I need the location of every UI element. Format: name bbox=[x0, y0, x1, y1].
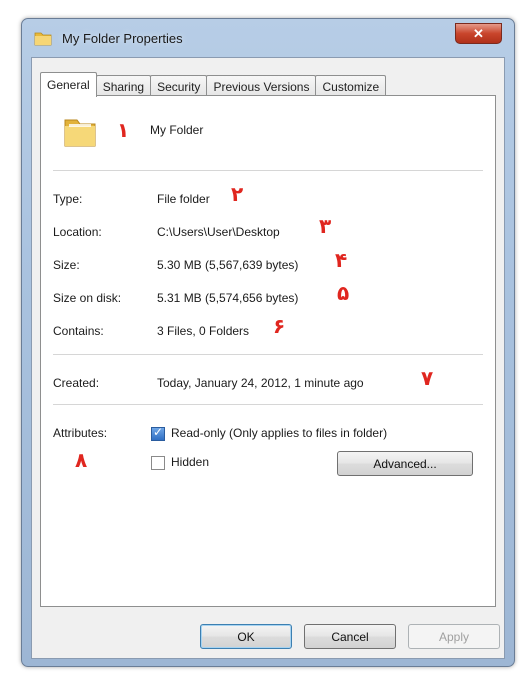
size-on-disk-label: Size on disk: bbox=[53, 291, 122, 305]
folder-icon bbox=[34, 32, 52, 46]
tab-previous-versions[interactable]: Previous Versions bbox=[206, 75, 317, 97]
tab-strip: General Sharing Security Previous Versio… bbox=[40, 72, 387, 97]
location-value: C:\Users\User\Desktop bbox=[157, 225, 280, 239]
annotation-3: ۳ bbox=[319, 214, 332, 238]
attributes-label: Attributes: bbox=[53, 426, 108, 440]
readonly-label[interactable]: Read-only (Only applies to files in fold… bbox=[171, 426, 387, 440]
tab-customize[interactable]: Customize bbox=[315, 75, 387, 97]
size-on-disk-value: 5.31 MB (5,574,656 bytes) bbox=[157, 291, 299, 305]
size-value: 5.30 MB (5,567,639 bytes) bbox=[157, 258, 299, 272]
location-label: Location: bbox=[53, 225, 102, 239]
annotation-1: ۱ bbox=[117, 118, 130, 142]
type-value: File folder bbox=[157, 192, 210, 206]
separator bbox=[53, 170, 483, 171]
close-button[interactable]: ✕ bbox=[455, 23, 502, 44]
folder-name-field[interactable]: My Folder bbox=[141, 118, 483, 142]
dialog-client: General Sharing Security Previous Versio… bbox=[31, 57, 505, 659]
ok-button[interactable]: OK bbox=[200, 624, 292, 649]
folder-large-icon bbox=[64, 119, 96, 147]
window-title: My Folder Properties bbox=[62, 31, 183, 46]
tab-general[interactable]: General bbox=[40, 72, 97, 97]
size-label: Size: bbox=[53, 258, 80, 272]
annotation-8: ۸ bbox=[75, 448, 88, 472]
apply-button[interactable]: Apply bbox=[408, 624, 500, 649]
separator bbox=[53, 404, 483, 405]
contains-value: 3 Files, 0 Folders bbox=[157, 324, 250, 338]
created-label: Created: bbox=[53, 376, 100, 390]
hidden-label[interactable]: Hidden bbox=[171, 455, 209, 469]
annotation-7: ۷ bbox=[421, 366, 434, 390]
hidden-checkbox[interactable] bbox=[151, 456, 165, 470]
annotation-5: ۵ bbox=[337, 281, 350, 305]
tab-security[interactable]: Security bbox=[150, 75, 208, 97]
contains-label: Contains: bbox=[53, 324, 104, 338]
cancel-button[interactable]: Cancel bbox=[304, 624, 396, 649]
readonly-checkbox[interactable] bbox=[151, 425, 165, 441]
folder-name-text: My Folder bbox=[150, 123, 204, 137]
advanced-button[interactable]: Advanced... bbox=[337, 451, 473, 476]
separator bbox=[53, 354, 483, 355]
annotation-4: ۴ bbox=[335, 248, 348, 272]
created-value: Today, January 24, 2012, 1 minute ago bbox=[157, 376, 364, 390]
annotation-2: ۲ bbox=[231, 182, 244, 206]
annotation-6: ۶ bbox=[273, 314, 286, 338]
tab-sharing[interactable]: Sharing bbox=[95, 75, 152, 97]
properties-window: My Folder Properties ✕ General Sharing S… bbox=[21, 18, 515, 667]
type-label: Type: bbox=[53, 192, 83, 206]
title-bar[interactable]: My Folder Properties ✕ bbox=[22, 19, 514, 57]
general-panel: ۱ My Folder Type: File folder ۲ Location… bbox=[40, 95, 496, 607]
